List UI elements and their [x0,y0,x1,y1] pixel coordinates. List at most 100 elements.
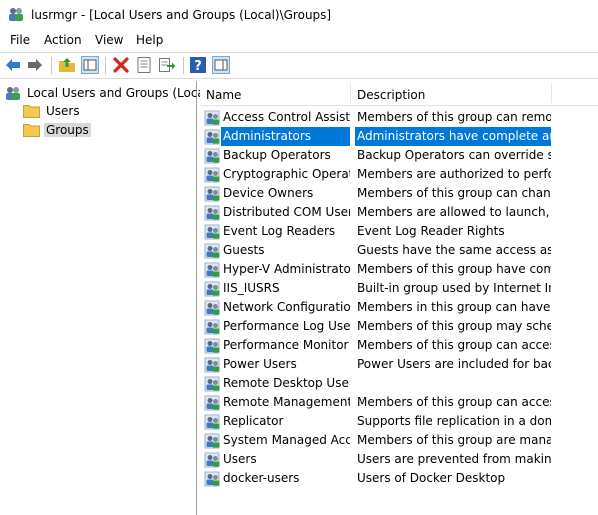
group-name: Cryptographic Operat... [223,167,350,181]
list-item[interactable]: Replicator Supports file replication in … [200,412,552,431]
list-item[interactable]: Backup Operators Backup Operators can ov… [200,146,552,165]
list-item[interactable]: Administrators Administrators have compl… [200,127,552,146]
group-name: Remote Desktop Users [223,376,350,390]
users-group-icon [6,87,20,100]
group-description [355,374,551,393]
list-item[interactable]: docker-users Users of Docker Desktop [200,469,552,488]
window-title: lusrmgr - [Local Users and Groups (Local… [31,8,332,22]
group-name: Performance Log Users [223,319,350,333]
show-hide-action-pane-icon[interactable] [212,56,230,74]
title-bar: lusrmgr - [Local Users and Groups (Local… [0,0,598,30]
group-icon [204,262,220,278]
group-icon [204,452,220,468]
users-group-icon [9,8,23,21]
group-name: Power Users [223,357,297,371]
group-icon [204,300,220,316]
list-item[interactable]: Hyper-V Administrators Members of this g… [200,260,552,279]
list-item[interactable]: Performance Log Users Members of this gr… [200,317,552,336]
help-icon[interactable]: ? [189,56,207,74]
group-name: Users [223,452,257,466]
menu-file[interactable]: File [10,33,30,47]
group-description: Members of this group are mana... [357,433,551,447]
tree-item-root[interactable]: Local Users and Groups (Local) [4,84,215,102]
group-icon [204,167,220,183]
group-name: System Managed Acc... [223,433,350,447]
toolbar: ? [0,52,598,79]
group-name: IIS_IUSRS [223,281,280,295]
group-description: Users are prevented from making ... [357,452,551,466]
tree-root-label: Local Users and Groups (Local) [27,86,213,100]
group-icon [204,148,220,164]
list-item[interactable]: Guests Guests have the same access as m.… [200,241,552,260]
list-item[interactable]: System Managed Acc... Members of this gr… [200,431,552,450]
group-description: Members of this group can remot... [357,110,551,124]
tree-item-groups[interactable]: Groups [23,121,91,139]
tree-groups-label: Groups [44,123,91,137]
list-item[interactable]: Cryptographic Operat... Members are auth… [200,165,552,184]
group-icon [204,414,220,430]
menu-action[interactable]: Action [44,33,82,47]
list-item[interactable]: Remote Desktop Users [200,374,552,393]
group-name: Performance Monitor ... [223,338,350,352]
group-description: Members of this group can chang... [357,186,551,200]
list-item[interactable]: IIS_IUSRS Built-in group used by Interne… [200,279,552,298]
group-icon [204,129,220,145]
up-folder-icon[interactable] [58,56,76,74]
list-item[interactable]: Device Owners Members of this group can … [200,184,552,203]
tree-users-label: Users [46,104,80,118]
group-description: Users of Docker Desktop [357,471,506,485]
menu-help[interactable]: Help [136,33,163,47]
list-item[interactable]: Performance Monitor ... Members of this … [200,336,552,355]
toolbar-separator [51,57,52,74]
group-name: Device Owners [223,186,314,200]
list-item[interactable]: Distributed COM Users Members are allowe… [200,203,552,222]
group-icon [204,357,220,373]
group-description: Supports file replication in a dom... [357,414,551,428]
group-description: Members of this group may sche... [357,319,551,333]
export-list-icon[interactable] [158,56,176,74]
group-description: Backup Operators can override se... [357,148,551,162]
list-item[interactable]: Users Users are prevented from making ..… [200,450,552,469]
group-icon [204,338,220,354]
column-divider[interactable] [551,83,552,103]
group-description: Members of this group can acces... [357,395,551,409]
group-description: Members of this group can acces... [357,338,551,352]
group-description: Members of this group have com... [357,262,551,276]
folder-icon [23,105,40,118]
console-tree: Local Users and Groups (Local) Users Gro… [0,81,213,515]
group-name: Event Log Readers [223,224,336,238]
column-header-description[interactable]: Description [351,81,551,105]
list-item[interactable]: Network Configuratio... Members in this … [200,298,552,317]
group-name: Remote Management... [223,395,350,409]
group-icon [204,205,220,221]
group-description: Guests have the same access as m... [357,243,551,257]
list-item[interactable]: Remote Management... Members of this gro… [200,393,552,412]
group-description: Members in this group can have s... [357,300,551,314]
svg-text:?: ? [194,59,202,74]
menu-bar: File Action View Help [0,30,598,51]
toolbar-separator [105,57,106,74]
menu-view[interactable]: View [95,33,123,47]
show-hide-tree-icon[interactable] [81,56,99,74]
group-description: Members are authorized to perfor... [357,167,551,181]
group-name: Backup Operators [223,148,331,162]
column-header-name[interactable]: Name [200,81,350,105]
group-description: Administrators have complete an... [355,127,551,146]
list-item[interactable]: Access Control Assist... Members of this… [200,108,552,127]
list-item[interactable]: Power Users Power Users are included for… [200,355,552,374]
back-icon[interactable] [4,56,22,74]
group-icon [204,433,220,449]
toolbar-separator [183,57,184,74]
delete-icon[interactable] [112,56,130,74]
group-name: Network Configuratio... [223,300,350,314]
folder-icon [23,124,40,137]
group-description: Event Log Reader Rights [357,224,505,238]
group-icon [204,471,220,487]
group-icon [204,281,220,297]
group-name: Administrators [221,127,350,146]
properties-icon[interactable] [135,56,153,74]
groups-list: Name Description Access Control Assist..… [200,81,598,515]
forward-icon[interactable] [26,56,44,74]
list-item[interactable]: Event Log Readers Event Log Reader Right… [200,222,552,241]
tree-item-users[interactable]: Users [23,102,82,120]
